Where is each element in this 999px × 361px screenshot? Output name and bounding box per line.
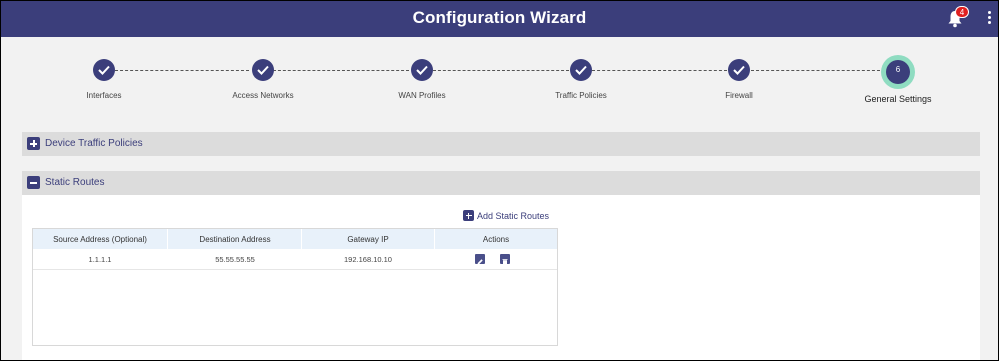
add-icon [463, 210, 474, 221]
column-header-actions: Actions [482, 235, 510, 244]
step-number-circle: 6 [886, 60, 910, 84]
app-frame: Configuration Wizard 4 Interfaces Access… [1, 1, 998, 360]
table-row: 1.1.1.1 55.55.55.55 192.168.10.10 [33, 249, 557, 270]
section-device-traffic-policies[interactable]: Device Traffic Policies [22, 132, 980, 156]
step-label: Interfaces [86, 91, 122, 100]
step-connector [115, 70, 249, 71]
section-title: Static Routes [45, 177, 105, 188]
step-label: WAN Profiles [398, 91, 446, 100]
table-header: Source Address (Optional) Destination Ad… [33, 229, 557, 249]
collapse-icon[interactable] [27, 176, 40, 189]
expand-icon[interactable] [27, 137, 40, 150]
step-label: Firewall [725, 91, 753, 100]
check-icon [252, 59, 274, 81]
delete-icon[interactable] [500, 254, 510, 265]
column-header-destination[interactable]: Destination Address [168, 235, 302, 244]
check-icon [570, 59, 592, 81]
static-routes-table: Source Address (Optional) Destination Ad… [32, 228, 558, 346]
check-icon [93, 59, 115, 81]
cell-gateway: 192.168.10.10 [344, 255, 392, 264]
step-connector [751, 70, 885, 71]
column-header-gateway[interactable]: Gateway IP [302, 235, 434, 244]
page-title: Configuration Wizard [412, 8, 587, 27]
step-label: Traffic Policies [555, 91, 607, 100]
step-connector [273, 70, 409, 71]
check-icon [728, 59, 750, 81]
step-label: Access Networks [232, 91, 294, 100]
more-options-icon[interactable] [986, 10, 992, 28]
cell-source: 1.1.1.1 [88, 255, 112, 264]
step-number: 6 [895, 65, 901, 74]
check-icon [411, 59, 433, 81]
step-connector [592, 70, 727, 71]
section-title: Device Traffic Policies [45, 138, 143, 149]
column-header-source[interactable]: Source Address (Optional) [33, 235, 167, 244]
add-static-routes-label: Add Static Routes [477, 211, 550, 221]
section-static-routes[interactable]: Static Routes [22, 171, 980, 195]
wizard-stepper: Interfaces Access Networks WAN Profiles … [1, 37, 998, 127]
notification-badge: 4 [955, 6, 969, 18]
top-bar: Configuration Wizard 4 [1, 1, 998, 37]
cell-destination: 55.55.55.55 [215, 255, 255, 264]
static-routes-panel: Add Static Routes Source Address (Option… [22, 195, 980, 360]
edit-icon[interactable] [475, 254, 485, 265]
step-connector [433, 70, 569, 71]
step-label: General Settings [864, 94, 932, 104]
